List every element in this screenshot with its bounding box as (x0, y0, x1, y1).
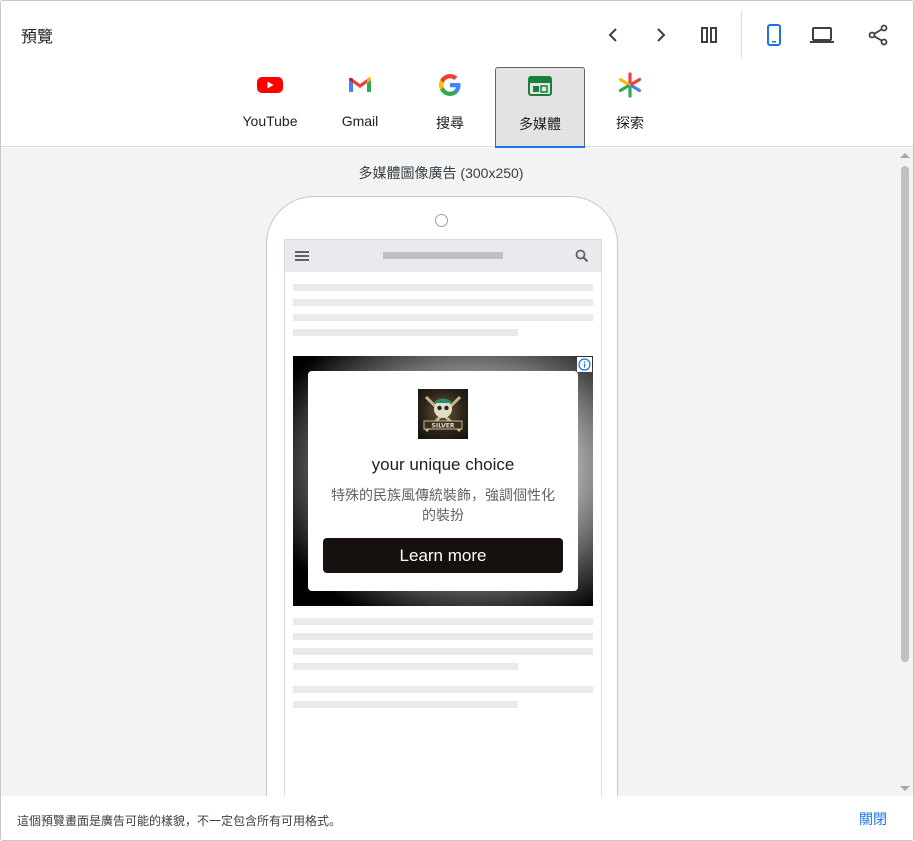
phone-screen: SILVER your unique choice 特殊的民族風傳統裝飾，強調個… (284, 239, 602, 796)
placeholder-line (293, 648, 593, 655)
preview-header: 預覽 YouTube Gmail 搜尋 多媒體 探索 (1, 1, 913, 148)
scroll-up-arrow[interactable] (900, 153, 910, 158)
youtube-icon (257, 77, 283, 93)
tab-label: 探索 (616, 115, 644, 131)
share-button[interactable] (858, 15, 898, 55)
svg-text:SILVER: SILVER (432, 423, 455, 430)
placeholder-line (293, 329, 518, 336)
ad-headline: your unique choice (371, 455, 515, 474)
dialog-footer: 這個預覽畫面是廣告可能的樣貌，不一定包含所有可用格式。 關閉 (1, 796, 913, 840)
preview-scrollbar[interactable] (896, 148, 913, 796)
scrollbar-thumb[interactable] (901, 166, 909, 662)
info-icon (578, 358, 591, 371)
skull-emblem-icon: SILVER (423, 395, 463, 433)
preview-area: 多媒體圖像廣告 (300x250) SILVER your unique cho… (1, 148, 913, 796)
tab-label: 多媒體 (519, 116, 561, 132)
toolbar-divider (741, 11, 742, 59)
next-button[interactable] (641, 15, 681, 55)
placeholder-line (293, 686, 593, 693)
chevron-left-icon (608, 28, 617, 42)
placeholder-line (293, 618, 593, 625)
tab-gmail[interactable]: Gmail (315, 67, 405, 147)
chevron-right-icon (657, 28, 666, 42)
scroll-down-arrow[interactable] (900, 786, 910, 791)
url-placeholder (383, 252, 503, 259)
discover-icon (618, 72, 642, 98)
gmail-icon (349, 77, 371, 92)
desktop-icon (810, 27, 834, 43)
close-button[interactable]: 關閉 (859, 809, 887, 829)
desktop-view-button[interactable] (802, 15, 842, 55)
split-view-icon (701, 27, 717, 43)
phone-browser-bar (285, 240, 601, 272)
placeholder-line (293, 633, 593, 640)
tab-search[interactable]: 搜尋 (405, 67, 495, 147)
ad-format-caption: 多媒體圖像廣告 (300x250) (358, 165, 524, 181)
split-view-button[interactable] (689, 15, 729, 55)
preview-dialog: 預覽 YouTube Gmail 搜尋 多媒體 探索 多媒體圖像廣告 (300x… (0, 0, 914, 841)
dialog-title: 預覽 (21, 29, 54, 46)
tab-youtube[interactable]: YouTube (225, 67, 315, 147)
learn-more-button[interactable]: Learn more (323, 538, 563, 573)
placeholder-line (293, 299, 593, 306)
placeholder-line (293, 701, 518, 708)
mobile-view-button[interactable] (754, 15, 794, 55)
tab-display[interactable]: 多媒體 (495, 67, 585, 148)
placeholder-line (293, 284, 593, 291)
phone-camera (435, 214, 448, 227)
phone-mockup: SILVER your unique choice 特殊的民族風傳統裝飾，強調個… (266, 196, 618, 796)
tab-label: Gmail (341, 113, 379, 129)
display-icon (528, 76, 552, 96)
brand-logo: SILVER (418, 389, 468, 439)
ad-info-button[interactable] (577, 357, 592, 372)
google-icon (439, 74, 461, 96)
format-tabs: YouTube Gmail 搜尋 多媒體 探索 (225, 67, 675, 148)
ad-card: SILVER your unique choice 特殊的民族風傳統裝飾，強調個… (308, 371, 578, 591)
ad-description: 特殊的民族風傳統裝飾，強調個性化的裝扮 (331, 487, 555, 523)
display-ad[interactable]: SILVER your unique choice 特殊的民族風傳統裝飾，強調個… (293, 356, 593, 606)
placeholder-line (293, 314, 593, 321)
tab-label: YouTube (242, 113, 298, 129)
preview-disclaimer: 這個預覽畫面是廣告可能的樣貌，不一定包含所有可用格式。 (17, 814, 342, 828)
menu-icon (295, 251, 309, 261)
search-icon (575, 249, 589, 263)
previous-button[interactable] (593, 15, 633, 55)
tab-discover[interactable]: 探索 (585, 67, 675, 147)
share-icon (868, 24, 888, 46)
mobile-icon (767, 24, 781, 46)
tab-label: 搜尋 (436, 115, 464, 131)
placeholder-line (293, 663, 518, 670)
